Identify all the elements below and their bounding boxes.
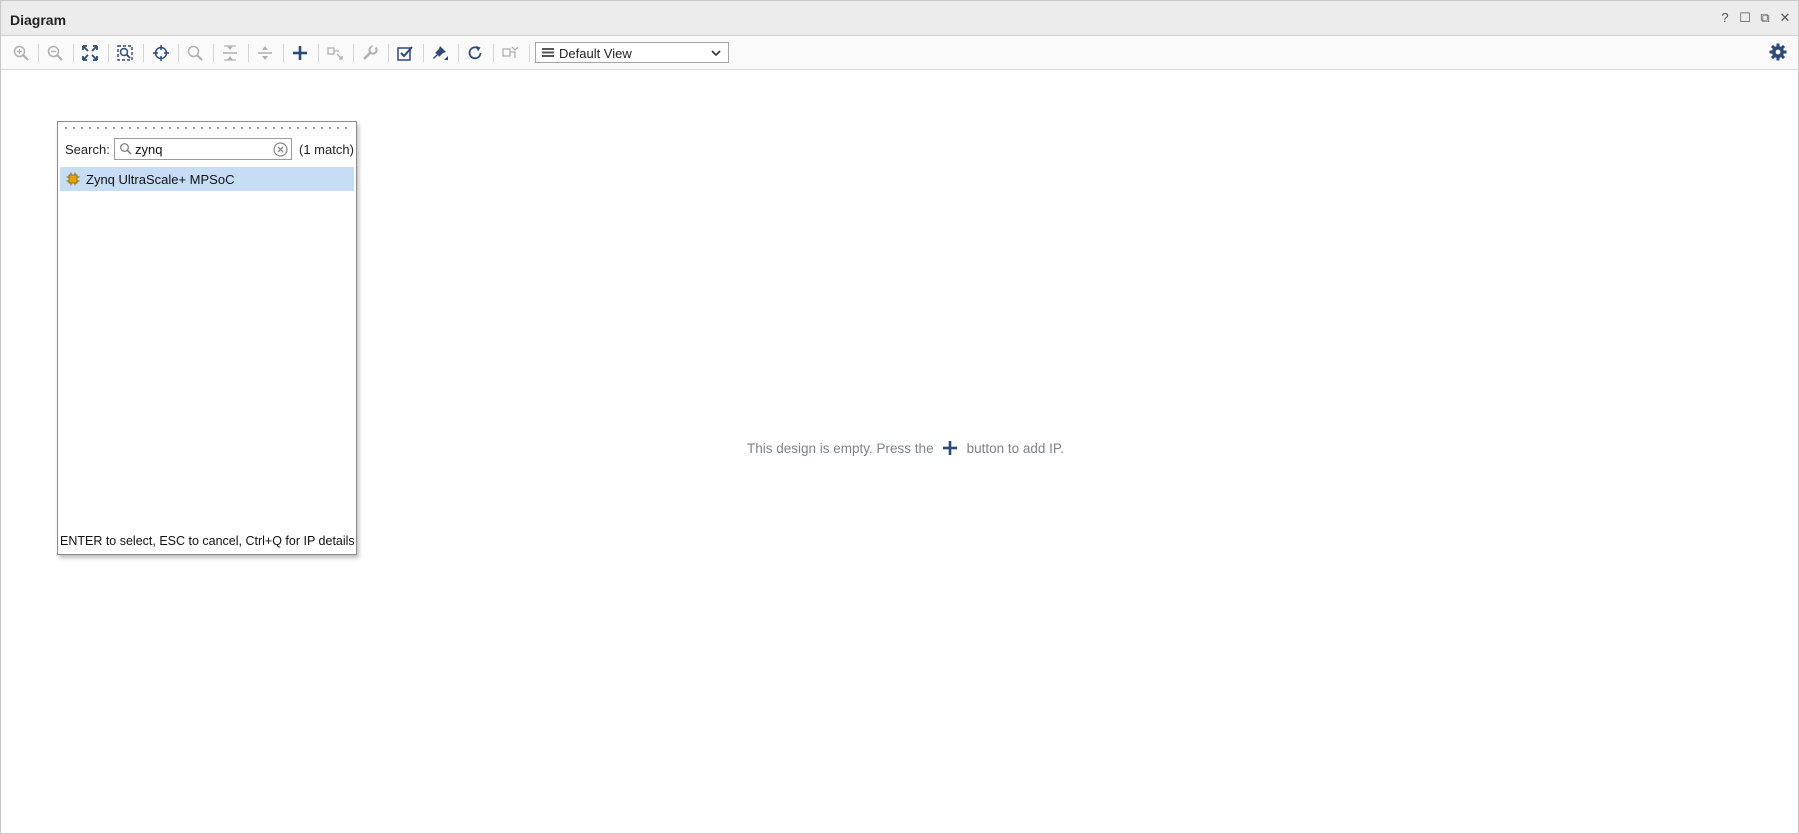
zoom-out-button[interactable] bbox=[44, 42, 66, 64]
search-field[interactable] bbox=[114, 138, 292, 160]
zoom-in-button[interactable] bbox=[10, 42, 32, 64]
zoom-area-button[interactable] bbox=[114, 42, 136, 64]
empty-message-prefix: This design is empty. Press the bbox=[747, 440, 934, 456]
window-titlebar: Diagram ? ☐ ⧉ ✕ bbox=[1, 1, 1798, 36]
run-automation-button[interactable] bbox=[429, 42, 451, 64]
auto-fit-selection-button[interactable] bbox=[150, 42, 172, 64]
optimize-routing-button[interactable] bbox=[499, 42, 521, 64]
search-icon bbox=[187, 45, 203, 61]
list-item[interactable]: Zynq UltraScale+ MPSoC bbox=[60, 167, 354, 191]
diagram-window: Diagram ? ☐ ⧉ ✕ Default View This design… bbox=[0, 0, 1799, 834]
add-ip-icon bbox=[293, 46, 307, 60]
diagram-toolbar: Default View bbox=[1, 36, 1798, 70]
search-results-list: Zynq UltraScale+ MPSoC bbox=[60, 167, 354, 497]
refresh-icon bbox=[468, 46, 482, 60]
search-icon bbox=[120, 143, 132, 155]
auto-fit-selection-icon bbox=[153, 45, 169, 61]
optimize-routing-icon bbox=[502, 46, 519, 58]
search-label: Search: bbox=[65, 142, 110, 157]
popup-hint: ENTER to select, ESC to cancel, Ctrl+Q f… bbox=[60, 534, 355, 548]
chevron-down-icon bbox=[711, 50, 721, 57]
zoom-fit-button[interactable] bbox=[79, 42, 101, 64]
gear-icon[interactable] bbox=[1768, 42, 1788, 62]
refresh-button[interactable] bbox=[464, 42, 486, 64]
make-connection-button[interactable] bbox=[324, 42, 346, 64]
properties-button[interactable] bbox=[359, 42, 381, 64]
add-ip-search-popup: Search: (1 match) Zynq UltraScale+ MPSoC bbox=[57, 121, 357, 555]
expand-all-icon bbox=[258, 46, 272, 60]
make-connection-icon bbox=[327, 47, 343, 60]
search-input[interactable] bbox=[135, 140, 265, 158]
validate-design-button[interactable] bbox=[394, 42, 416, 64]
popup-drag-grip[interactable] bbox=[62, 125, 352, 131]
add-ip-inline-icon[interactable] bbox=[942, 440, 958, 456]
view-select[interactable]: Default View bbox=[535, 42, 729, 63]
empty-design-message: This design is empty. Press the button t… bbox=[747, 440, 1064, 456]
collapse-all-icon bbox=[223, 45, 237, 61]
zoom-fit-icon bbox=[82, 45, 98, 61]
close-icon[interactable]: ✕ bbox=[1778, 11, 1792, 25]
window-title: Diagram bbox=[10, 12, 67, 28]
empty-message-suffix: button to add IP. bbox=[966, 440, 1064, 456]
zoom-in-icon bbox=[13, 45, 29, 61]
properties-wrench-icon bbox=[363, 44, 378, 60]
match-count: (1 match) bbox=[299, 142, 354, 157]
view-list-icon bbox=[542, 48, 554, 57]
maximize-icon[interactable]: ☐ bbox=[1738, 11, 1752, 25]
zoom-area-icon bbox=[117, 45, 133, 61]
clear-search-icon[interactable] bbox=[273, 142, 288, 157]
float-icon[interactable]: ⧉ bbox=[1758, 11, 1772, 25]
expand-all-button[interactable] bbox=[254, 42, 276, 64]
result-label: Zynq UltraScale+ MPSoC bbox=[86, 171, 235, 187]
add-ip-button[interactable] bbox=[289, 42, 311, 64]
run-automation-pin-icon bbox=[433, 46, 448, 60]
help-icon[interactable]: ? bbox=[1718, 11, 1732, 25]
ip-core-icon bbox=[66, 172, 80, 186]
zoom-out-icon bbox=[47, 45, 63, 61]
search-button[interactable] bbox=[184, 42, 206, 64]
collapse-all-button[interactable] bbox=[219, 42, 241, 64]
validate-design-icon bbox=[397, 46, 413, 61]
window-controls: ? ☐ ⧉ ✕ bbox=[1718, 11, 1792, 25]
view-select-value: Default View bbox=[559, 46, 632, 61]
